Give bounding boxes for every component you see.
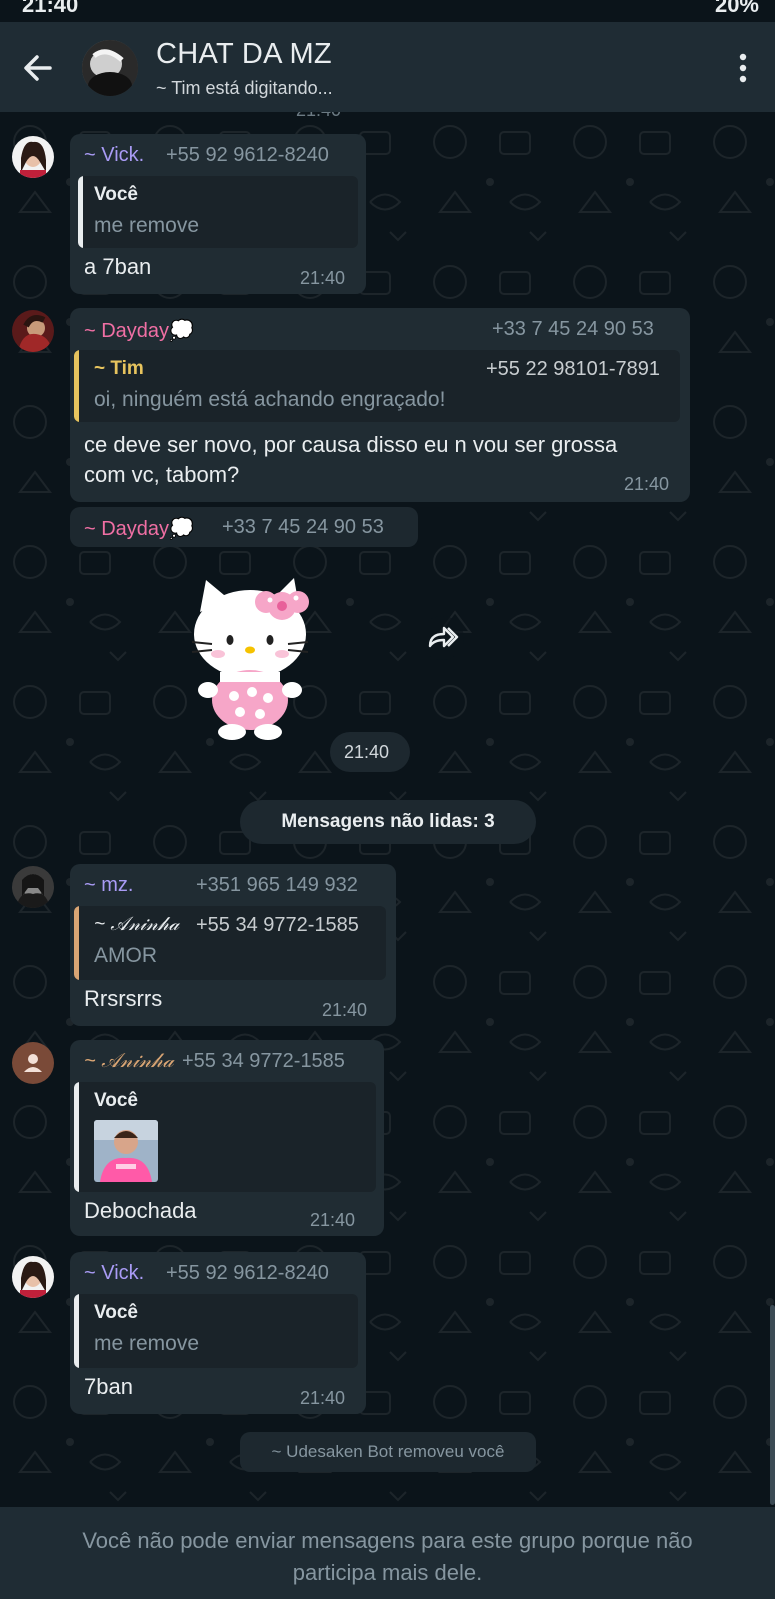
sender-phone: +55 92 9612-8240 bbox=[166, 1262, 329, 1284]
removed-notice: Você não pode enviar mensagens para este… bbox=[30, 1525, 745, 1589]
quote-text: me remove bbox=[94, 214, 200, 237]
sender-name[interactable]: ~ Vick. bbox=[84, 1262, 144, 1285]
quote-text: me remove bbox=[94, 1332, 200, 1355]
battery-level: 20% bbox=[714, 0, 759, 17]
status-time: 21:40 bbox=[22, 0, 79, 17]
sender-phone: +55 34 9772-1585 bbox=[182, 1050, 345, 1072]
quote-author: ~ 𝒜𝓃𝒾𝓃𝒽𝒶 bbox=[94, 914, 180, 935]
sender-phone: +55 92 9612-8240 bbox=[166, 144, 329, 166]
quote-text: oi, ninguém está achando engraçado! bbox=[94, 388, 446, 411]
message-time-cut: 21:40 bbox=[296, 112, 341, 121]
quoted-photo-thumbnail[interactable] bbox=[94, 1120, 158, 1182]
sender-name[interactable]: ~ Vick. bbox=[84, 144, 144, 167]
avatar[interactable] bbox=[12, 136, 54, 178]
message-bubble[interactable]: ~ 𝒜𝓃𝒾𝓃𝒽𝒶 +55 34 9772-1585 Você Debochada… bbox=[70, 1040, 384, 1236]
avatar[interactable] bbox=[12, 866, 54, 908]
quoted-message[interactable]: ~ Tim +55 22 98101-7891 oi, ninguém está… bbox=[74, 350, 680, 422]
hello-kitty-sticker[interactable] bbox=[190, 572, 320, 742]
quoted-message[interactable]: Você bbox=[74, 1082, 376, 1192]
message-bubble[interactable]: ~ Dayday💭 +33 7 45 24 90 53 ~ Tim +55 22… bbox=[70, 308, 690, 502]
chat-area[interactable]: 21:40 ~ Vick. +55 92 9612-8240 Você me r… bbox=[0, 112, 775, 1507]
chat-header: CHAT DA MZ ~ Tim está digitando... bbox=[0, 22, 775, 112]
removed-notice-line1: Você não pode enviar mensagens para este… bbox=[82, 1528, 693, 1553]
message-time: 21:40 bbox=[310, 1210, 356, 1230]
message-time: 21:40 bbox=[322, 1000, 368, 1020]
message-bubble[interactable]: ~ Vick. +55 92 9612-8240 Você me remove … bbox=[70, 134, 366, 294]
quote-bar bbox=[74, 350, 79, 422]
quote-phone: +55 22 98101-7891 bbox=[486, 358, 661, 380]
more-options-icon[interactable] bbox=[737, 52, 749, 84]
quote-bar bbox=[78, 176, 83, 248]
sender-phone: +351 965 149 932 bbox=[196, 874, 358, 896]
sticker-time-pill: 21:40 bbox=[330, 732, 410, 772]
message-time: 21:40 bbox=[300, 1388, 346, 1408]
scrollbar-thumb[interactable] bbox=[770, 1305, 775, 1505]
back-arrow-icon[interactable] bbox=[18, 48, 58, 88]
message-text: a 7ban bbox=[84, 254, 152, 279]
sender-phone: +33 7 45 24 90 53 bbox=[222, 516, 384, 538]
message-text: 7ban bbox=[84, 1374, 133, 1399]
quoted-message[interactable]: Você me remove bbox=[74, 1294, 358, 1368]
status-bar: 21:40 20% bbox=[0, 0, 775, 22]
sender-name[interactable]: ~ Dayday💭 bbox=[84, 516, 194, 541]
quote-bar bbox=[74, 906, 79, 980]
quote-bar bbox=[74, 1082, 79, 1192]
message-time: 21:40 bbox=[624, 474, 670, 494]
group-title[interactable]: CHAT DA MZ bbox=[156, 38, 332, 71]
group-avatar[interactable] bbox=[82, 40, 138, 96]
quote-author: Você bbox=[94, 184, 139, 205]
typing-indicator: ~ Tim está digitando... bbox=[156, 78, 333, 98]
default-avatar-icon[interactable] bbox=[12, 1042, 54, 1084]
forward-icon[interactable] bbox=[420, 616, 464, 660]
sender-name[interactable]: ~ 𝒜𝓃𝒾𝓃𝒽𝒶 bbox=[84, 1050, 174, 1073]
avatar[interactable] bbox=[12, 310, 54, 352]
quote-bar bbox=[74, 1294, 79, 1368]
avatar[interactable] bbox=[12, 1256, 54, 1298]
message-time: 21:40 bbox=[344, 742, 390, 762]
quote-author: ~ Tim bbox=[94, 358, 144, 379]
message-text: Debochada bbox=[84, 1198, 197, 1223]
message-text-line2: com vc, tabom? bbox=[84, 462, 240, 487]
unread-divider: Mensagens não lidas: 3 bbox=[240, 800, 536, 844]
sticker-sender-header[interactable]: ~ Dayday💭 +33 7 45 24 90 53 bbox=[70, 507, 418, 547]
message-text-line1: ce deve ser novo, por causa disso eu n v… bbox=[84, 432, 618, 457]
quote-text: AMOR bbox=[94, 944, 157, 967]
sender-phone: +33 7 45 24 90 53 bbox=[492, 318, 654, 340]
quoted-message[interactable]: Você me remove bbox=[78, 176, 358, 248]
quote-author: Você bbox=[94, 1090, 139, 1111]
system-notice-text: ~ Udesaken Bot removeu você bbox=[271, 1442, 505, 1461]
quoted-message[interactable]: ~ 𝒜𝓃𝒾𝓃𝒽𝒶 +55 34 9772-1585 AMOR bbox=[74, 906, 386, 980]
removed-notice-line2: participa mais dele. bbox=[292, 1560, 483, 1585]
message-bubble[interactable]: ~ mz. +351 965 149 932 ~ 𝒜𝓃𝒾𝓃𝒽𝒶 +55 34 9… bbox=[70, 864, 396, 1026]
quote-phone: +55 34 9772-1585 bbox=[196, 914, 359, 936]
sender-name[interactable]: ~ Dayday💭 bbox=[84, 318, 194, 343]
message-text: Rrsrsrrs bbox=[84, 986, 163, 1011]
unread-divider-label: Mensagens não lidas: 3 bbox=[281, 811, 495, 832]
read-only-footer: Você não pode enviar mensagens para este… bbox=[0, 1507, 775, 1599]
sender-name[interactable]: ~ mz. bbox=[84, 874, 133, 897]
system-notice: ~ Udesaken Bot removeu você bbox=[240, 1432, 536, 1472]
message-bubble[interactable]: ~ Vick. +55 92 9612-8240 Você me remove … bbox=[70, 1252, 366, 1414]
message-time: 21:40 bbox=[300, 268, 346, 288]
quote-author: Você bbox=[94, 1302, 139, 1323]
